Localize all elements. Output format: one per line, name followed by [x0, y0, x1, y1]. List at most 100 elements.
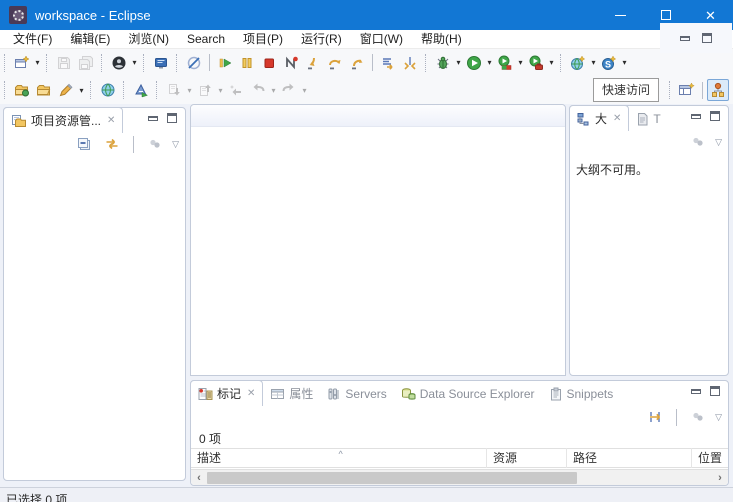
web-service-client-button[interactable]: S: [598, 52, 620, 74]
tab-properties[interactable]: 属性: [263, 381, 320, 406]
scrollbar-thumb[interactable]: [207, 472, 577, 484]
open-task-button[interactable]: [11, 79, 33, 101]
outline-icon: [577, 112, 591, 126]
maximize-editor-icon[interactable]: [702, 33, 712, 43]
scroll-right-icon[interactable]: ›: [712, 472, 728, 484]
external-tools-button[interactable]: [130, 79, 152, 101]
new-web-service-button[interactable]: [567, 52, 589, 74]
step-into-button[interactable]: [302, 52, 324, 74]
menu-help[interactable]: 帮助(H): [412, 30, 471, 48]
tab-close-icon[interactable]: ✕: [247, 388, 255, 399]
previous-annotation-button[interactable]: [194, 79, 216, 101]
tab-close-icon[interactable]: ✕: [107, 115, 115, 126]
editor-controls: [660, 23, 732, 53]
menu-navigate[interactable]: 浏览(N): [119, 30, 178, 48]
user-profile-button[interactable]: [108, 52, 130, 74]
menu-edit[interactable]: 编辑(E): [61, 30, 119, 48]
forward-button[interactable]: [278, 79, 300, 101]
open-perspective-button[interactable]: [676, 79, 698, 101]
view-toolbar: ▽: [570, 131, 728, 153]
tab-outline[interactable]: 大 ✕: [569, 105, 629, 131]
collapse-all-button[interactable]: [73, 133, 95, 155]
tab-data-source-explorer[interactable]: Data Source Explorer: [394, 381, 542, 406]
back-button[interactable]: [247, 79, 269, 101]
step-over-button[interactable]: [324, 52, 346, 74]
debug-caret[interactable]: ▾: [454, 58, 463, 67]
web-browser-button[interactable]: [97, 79, 119, 101]
save-all-button[interactable]: [75, 52, 97, 74]
minimize-view-icon[interactable]: [148, 116, 158, 121]
menu-window[interactable]: 窗口(W): [351, 30, 412, 48]
next-annotation-caret[interactable]: ▾: [185, 86, 194, 95]
suspend-button[interactable]: [236, 52, 258, 74]
focus-task-button[interactable]: [144, 133, 166, 155]
scroll-left-icon[interactable]: ‹: [191, 472, 207, 484]
quick-access-box[interactable]: 快速访问: [593, 78, 659, 102]
step-filters-button[interactable]: [377, 52, 399, 74]
terminate-button[interactable]: [258, 52, 280, 74]
horizontal-scrollbar[interactable]: ‹ ›: [191, 469, 728, 485]
menu-file[interactable]: 文件(F): [4, 30, 61, 48]
column-location[interactable]: 位置: [692, 448, 728, 468]
view-menu-icon[interactable]: ▽: [715, 412, 722, 423]
save-button[interactable]: [53, 52, 75, 74]
debug-button[interactable]: [432, 52, 454, 74]
tab-snippets[interactable]: Snippets: [542, 381, 621, 406]
tab-close-icon[interactable]: ✕: [613, 113, 621, 124]
tab-servers[interactable]: Servers: [320, 381, 393, 406]
maximize-view-icon[interactable]: [167, 113, 177, 123]
relaunch-icon: [402, 55, 418, 71]
focus-task-button[interactable]: [687, 406, 709, 428]
profile-caret[interactable]: ▾: [547, 58, 556, 67]
view-menu-icon[interactable]: ▽: [172, 139, 179, 150]
minimize-button[interactable]: [598, 0, 643, 30]
previous-annotation-caret[interactable]: ▾: [216, 86, 225, 95]
focus-task-button[interactable]: [687, 131, 709, 153]
next-annotation-button[interactable]: [163, 79, 185, 101]
column-description[interactable]: ^ 描述: [191, 448, 487, 468]
tab-project-explorer[interactable]: 项目资源管... ✕: [3, 107, 123, 133]
disconnect-button[interactable]: [280, 52, 302, 74]
coverage-caret[interactable]: ▾: [516, 58, 525, 67]
console-button[interactable]: [150, 52, 172, 74]
column-resource[interactable]: 资源: [487, 448, 567, 468]
javaee-perspective-button[interactable]: [707, 79, 729, 101]
run-button[interactable]: [463, 52, 485, 74]
last-edit-location-button[interactable]: [225, 79, 247, 101]
profile-button[interactable]: [525, 52, 547, 74]
coverage-button[interactable]: [494, 52, 516, 74]
project-explorer-tree[interactable]: [4, 155, 185, 455]
relaunch-button[interactable]: [399, 52, 421, 74]
maximize-view-icon[interactable]: [710, 386, 720, 396]
link-with-editor-button[interactable]: [101, 133, 123, 155]
back-caret[interactable]: ▾: [269, 86, 278, 95]
filter-markers-button[interactable]: [644, 406, 666, 428]
tab-label: Servers: [345, 387, 386, 401]
column-path[interactable]: 路径: [567, 448, 692, 468]
tab-markers[interactable]: 标记 ✕: [190, 380, 263, 406]
resume-button[interactable]: [214, 52, 236, 74]
web-service-client-caret[interactable]: ▾: [620, 58, 629, 67]
menu-project[interactable]: 项目(P): [234, 30, 292, 48]
menu-search[interactable]: Search: [178, 30, 234, 48]
open-folder-button[interactable]: [33, 79, 55, 101]
minimize-view-icon[interactable]: [691, 389, 701, 394]
skip-breakpoints-button[interactable]: [183, 52, 205, 74]
forward-caret[interactable]: ▾: [300, 86, 309, 95]
markers-panel: 标记 ✕ 属性 Servers Data Source Explorer Sni…: [190, 380, 729, 486]
pen-button[interactable]: [55, 79, 77, 101]
new-web-service-caret[interactable]: ▾: [589, 58, 598, 67]
tab-task-list[interactable]: T: [629, 106, 667, 131]
new-wizard-button[interactable]: [11, 52, 33, 74]
pen-caret[interactable]: ▾: [77, 86, 86, 95]
view-menu-icon[interactable]: ▽: [715, 137, 722, 148]
new-wizard-caret[interactable]: ▾: [33, 58, 42, 67]
minimize-view-icon[interactable]: [691, 114, 701, 119]
step-filters-icon: [380, 55, 396, 71]
minimize-editor-icon[interactable]: [680, 36, 690, 41]
step-return-button[interactable]: [346, 52, 368, 74]
maximize-view-icon[interactable]: [710, 111, 720, 121]
menu-run[interactable]: 运行(R): [292, 30, 351, 48]
run-caret[interactable]: ▾: [485, 58, 494, 67]
user-profile-caret[interactable]: ▾: [130, 58, 139, 67]
